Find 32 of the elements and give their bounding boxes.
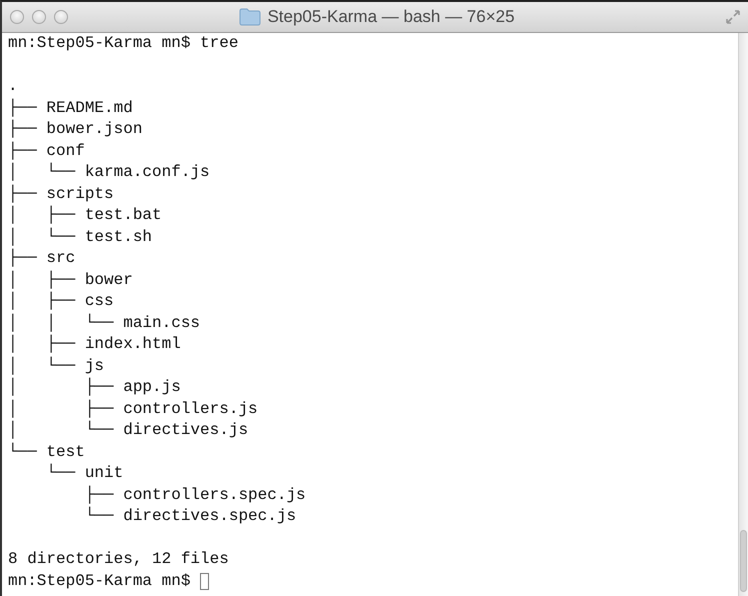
terminal-output-line: │ ├── bower xyxy=(8,270,133,291)
terminal-output-line: ├── controllers.spec.js xyxy=(84,484,306,506)
terminal-output-line: │ ├── test.bat xyxy=(8,205,162,226)
terminal-output-line: ├── scripts xyxy=(8,184,114,205)
terminal-output-line: │ └── js xyxy=(8,356,104,377)
terminal-output-line: └── unit xyxy=(45,463,124,484)
minimize-button[interactable] xyxy=(32,10,46,24)
terminal-prompt: mn:Step05-Karma mn$ xyxy=(8,570,192,592)
scrollbar[interactable] xyxy=(738,33,748,596)
zoom-button[interactable] xyxy=(54,10,68,24)
terminal-prompt: mn:Step05-Karma mn$ tree xyxy=(8,33,238,54)
terminal-output-line: │ ├── controllers.js xyxy=(8,398,258,420)
folder-icon xyxy=(239,8,262,26)
terminal-output-line: └── directives.spec.js xyxy=(84,506,296,527)
terminal-output-line: ├── src xyxy=(8,248,76,269)
terminal-output-line: │ │ └── main.css xyxy=(8,312,200,334)
terminal-output-line: ├── conf xyxy=(8,140,85,162)
terminal-output-line: └── test xyxy=(8,442,85,462)
terminal-output-line: │ ├── index.html xyxy=(8,334,181,355)
terminal-output-line: │ └── test.sh xyxy=(8,226,152,248)
terminal-output-line: ├── README.md xyxy=(8,98,133,119)
terminal-output-line: ├── bower.json xyxy=(8,119,142,140)
terminal-output-line: │ └── directives.js xyxy=(8,420,248,441)
resize-arrows-icon[interactable] xyxy=(726,10,740,24)
scroll-thumb[interactable] xyxy=(740,530,747,592)
terminal-output-line: │ ├── app.js xyxy=(8,377,181,398)
terminal-output-line: │ └── karma.conf.js xyxy=(8,162,210,183)
close-button[interactable] xyxy=(10,10,24,24)
window-title: Step05-Karma — bash — 76×25 xyxy=(267,7,515,27)
terminal-output-line: . xyxy=(8,76,18,97)
terminal-output-line: │ ├── css xyxy=(8,291,114,312)
terminal-output-line: 8 directories, 12 files xyxy=(8,549,229,570)
